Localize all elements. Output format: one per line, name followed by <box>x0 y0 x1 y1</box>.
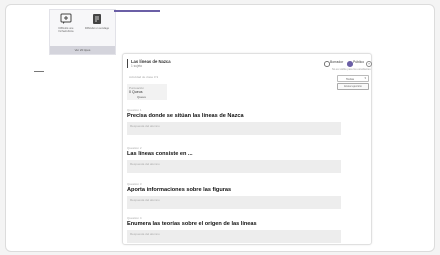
tool-panel: Difficulté une Ficha/rubrica Difficulté … <box>49 9 116 55</box>
question-block: Question 1 Precisa donde se sitúan las l… <box>127 108 341 135</box>
tool-section-label: Ver 20 tipos <box>50 46 115 54</box>
answer-placeholder: Respuesta del alumno <box>130 198 160 202</box>
add-quiz-tool[interactable]: Difficulté une Ficha/rubrica <box>52 13 80 33</box>
question-number: Question 2 <box>127 146 142 150</box>
radio-label: Borrador <box>330 60 344 64</box>
question-block: Question 2 Las líneas consiste en ... Re… <box>127 146 341 173</box>
chevron-down-icon: ▾ <box>364 76 366 81</box>
points-value: 0 Queus <box>129 90 143 94</box>
answer-placeholder: Respuesta del alumno <box>130 232 160 236</box>
radio-dot <box>347 61 353 67</box>
question-block: Question 3 Aporta informaciones sobre la… <box>127 182 341 209</box>
audience-select[interactable]: Todos ▾ <box>337 75 369 82</box>
assignment-card: Las líneas de Nazca 1 sujeto Actividad d… <box>122 53 372 245</box>
assignment-meta: Actividad de clase # 9 <box>129 75 159 79</box>
radio-dot <box>324 61 330 67</box>
answer-field[interactable]: Respuesta del alumno <box>127 160 341 173</box>
audience-select-value: Todos <box>346 76 355 81</box>
app-window: Difficulté une Ficha/rubrica Difficulté … <box>5 4 435 252</box>
add-survey-tool[interactable]: Difficulté un sondage <box>83 13 111 30</box>
card-header: Las líneas de Nazca 1 sujeto <box>127 59 211 68</box>
add-question-icon <box>60 13 72 24</box>
answer-placeholder: Respuesta del alumno <box>130 162 160 166</box>
assignment-subtitle: 1 sujeto <box>131 64 143 68</box>
question-text: Aporta informaciones sobre las figuras <box>127 187 232 193</box>
radio-label: Público <box>353 60 365 64</box>
question-text: Precisa donde se sitúan las líneas de Na… <box>127 113 244 119</box>
answer-field[interactable]: Respuesta del alumno <box>127 122 341 135</box>
answer-field[interactable]: Respuesta del alumno <box>127 196 341 209</box>
points-unit: Queus <box>137 95 146 99</box>
question-block: Question 4 Enumera las teorías sobre el … <box>127 216 341 243</box>
tool-label: Difficulté une Ficha/rubrica <box>58 27 74 33</box>
visibility-note: No es visible para los estudiantes <box>332 68 371 71</box>
active-tab-indicator <box>114 10 160 12</box>
question-number: Question 1 <box>127 108 142 112</box>
document-icon <box>93 14 101 24</box>
points-field[interactable]: Puntuación 0 Queus Queus <box>127 84 167 100</box>
submit-button[interactable]: Enviar ejercicio <box>337 83 369 90</box>
answer-placeholder: Respuesta del alumno <box>130 124 160 128</box>
question-text: Enumera las teorías sobre el origen de l… <box>127 221 257 227</box>
help-icon[interactable]: ? <box>366 60 372 67</box>
question-text: Las líneas consiste en ... <box>127 151 193 157</box>
collapse-handle[interactable] <box>34 71 44 72</box>
tool-label: Difficulté un sondage <box>84 27 110 30</box>
question-number: Question 3 <box>127 182 142 186</box>
answer-field[interactable]: Respuesta del alumno <box>127 230 341 243</box>
question-number: Question 4 <box>127 216 142 220</box>
